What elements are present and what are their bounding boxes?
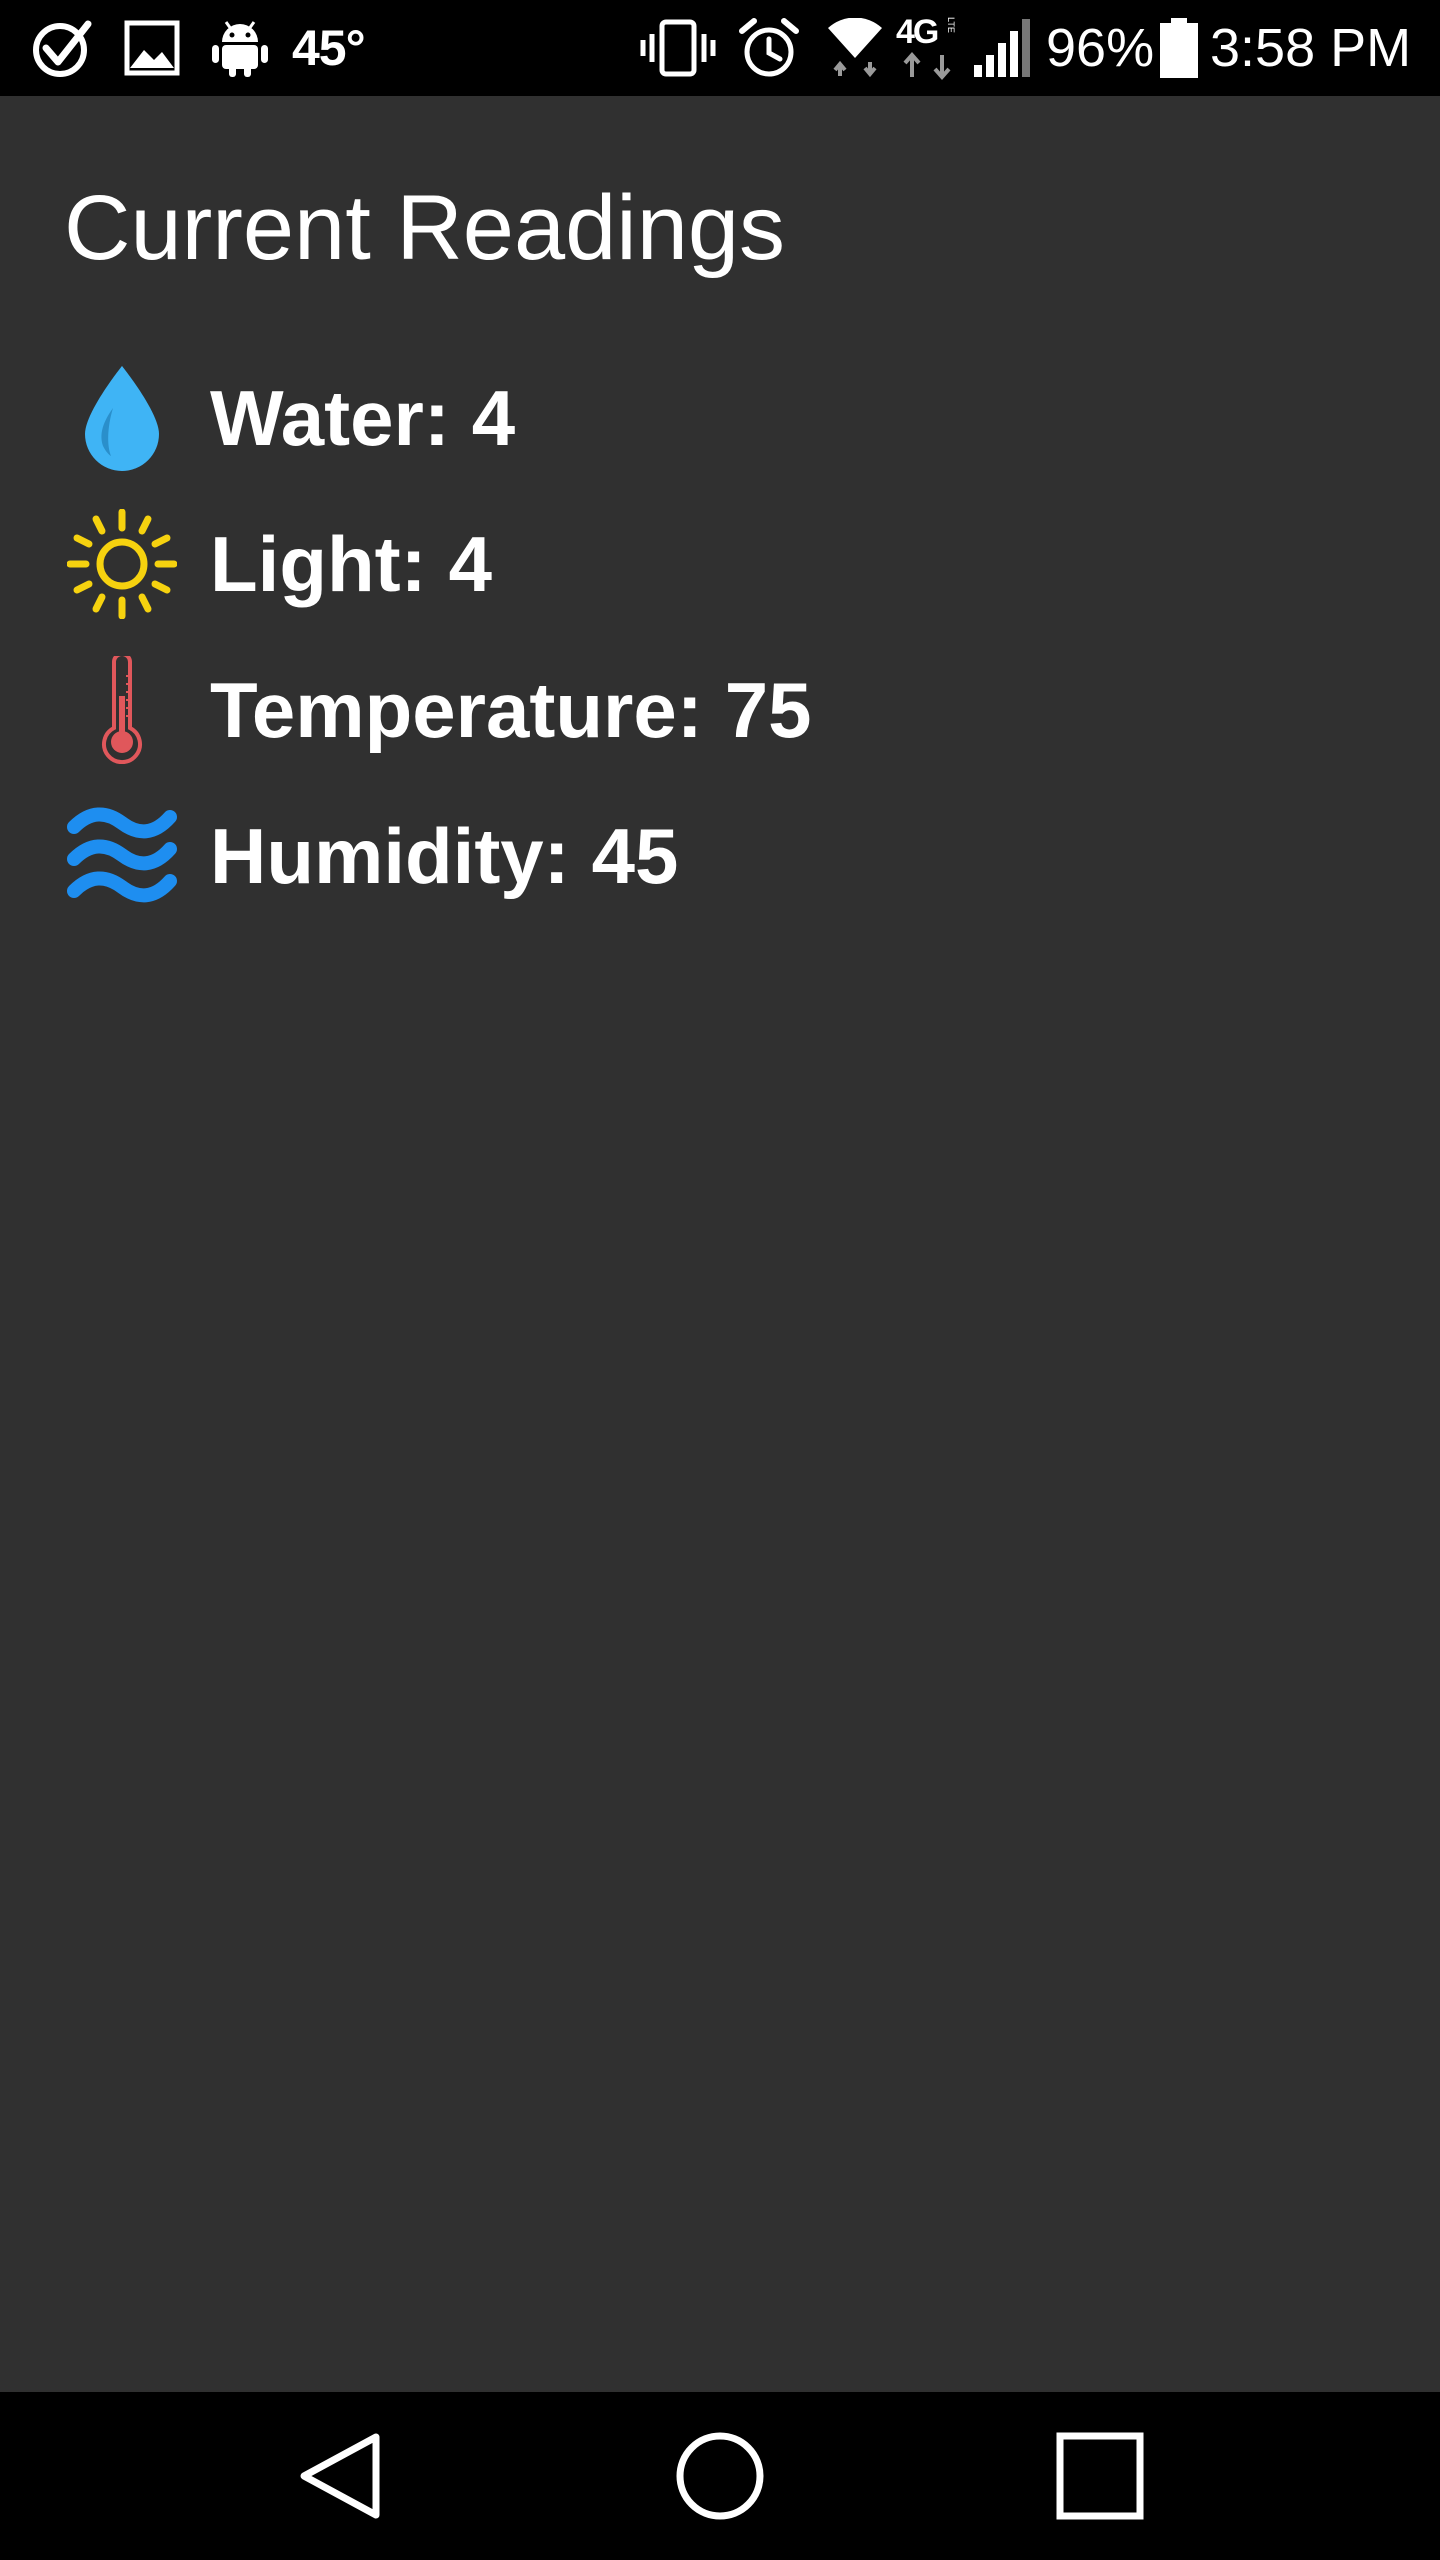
vibrate-icon: [640, 0, 716, 96]
reading-temperature-label: Temperature:: [210, 666, 703, 754]
reading-light-value: 4: [448, 520, 492, 608]
android-icon: [212, 0, 268, 96]
battery-percent: 96%: [1046, 0, 1154, 96]
status-bar: 45° 4G LTE 96% 3:58 PM: [0, 0, 1440, 96]
battery-percent-text: 96%: [1046, 18, 1155, 78]
readings-screen: Current Readings Water: 4 Light: 4 Tempe…: [0, 96, 1440, 2392]
clock-text: 3:58 PM: [1210, 18, 1412, 78]
sun-icon: [64, 506, 180, 622]
humidity-waves-icon: [64, 798, 180, 914]
weather-temperature: 45°: [292, 0, 366, 96]
reading-light-label: Light:: [210, 520, 427, 608]
recents-button[interactable]: [1000, 2392, 1200, 2560]
reading-temperature: Temperature: 75: [64, 650, 811, 770]
data-arrows-icon: [903, 51, 951, 81]
network-sub-text: LTE: [946, 17, 956, 33]
home-button[interactable]: [620, 2392, 820, 2560]
reading-light: Light: 4: [64, 504, 492, 624]
network-type: 4G LTE: [896, 0, 966, 96]
reading-water-label: Water:: [210, 374, 450, 462]
reading-temperature-value: 75: [724, 666, 812, 754]
reading-humidity-value: 45: [591, 812, 679, 900]
thermometer-icon: [64, 652, 180, 768]
back-button[interactable]: [240, 2392, 440, 2560]
page-title: Current Readings: [64, 177, 786, 279]
water-drop-icon: [64, 360, 180, 476]
alarm-icon: [738, 0, 800, 96]
reading-humidity: Humidity: 45: [64, 796, 678, 916]
reading-humidity-label: Humidity:: [210, 812, 570, 900]
weather-temperature-text: 45°: [292, 20, 366, 76]
battery-icon: [1160, 0, 1198, 96]
wifi-icon: [826, 0, 884, 96]
network-type-text: 4G: [896, 13, 939, 51]
back-icon: [300, 2433, 380, 2519]
navigation-bar: [0, 2392, 1440, 2560]
signal-icon: [974, 0, 1030, 96]
recents-icon: [1056, 2432, 1144, 2520]
check-circle-icon: [30, 0, 94, 96]
reading-water: Water: 4: [64, 358, 515, 478]
clock: 3:58 PM: [1210, 0, 1411, 96]
home-icon: [676, 2432, 764, 2520]
reading-water-value: 4: [471, 374, 516, 462]
image-icon: [124, 0, 180, 96]
